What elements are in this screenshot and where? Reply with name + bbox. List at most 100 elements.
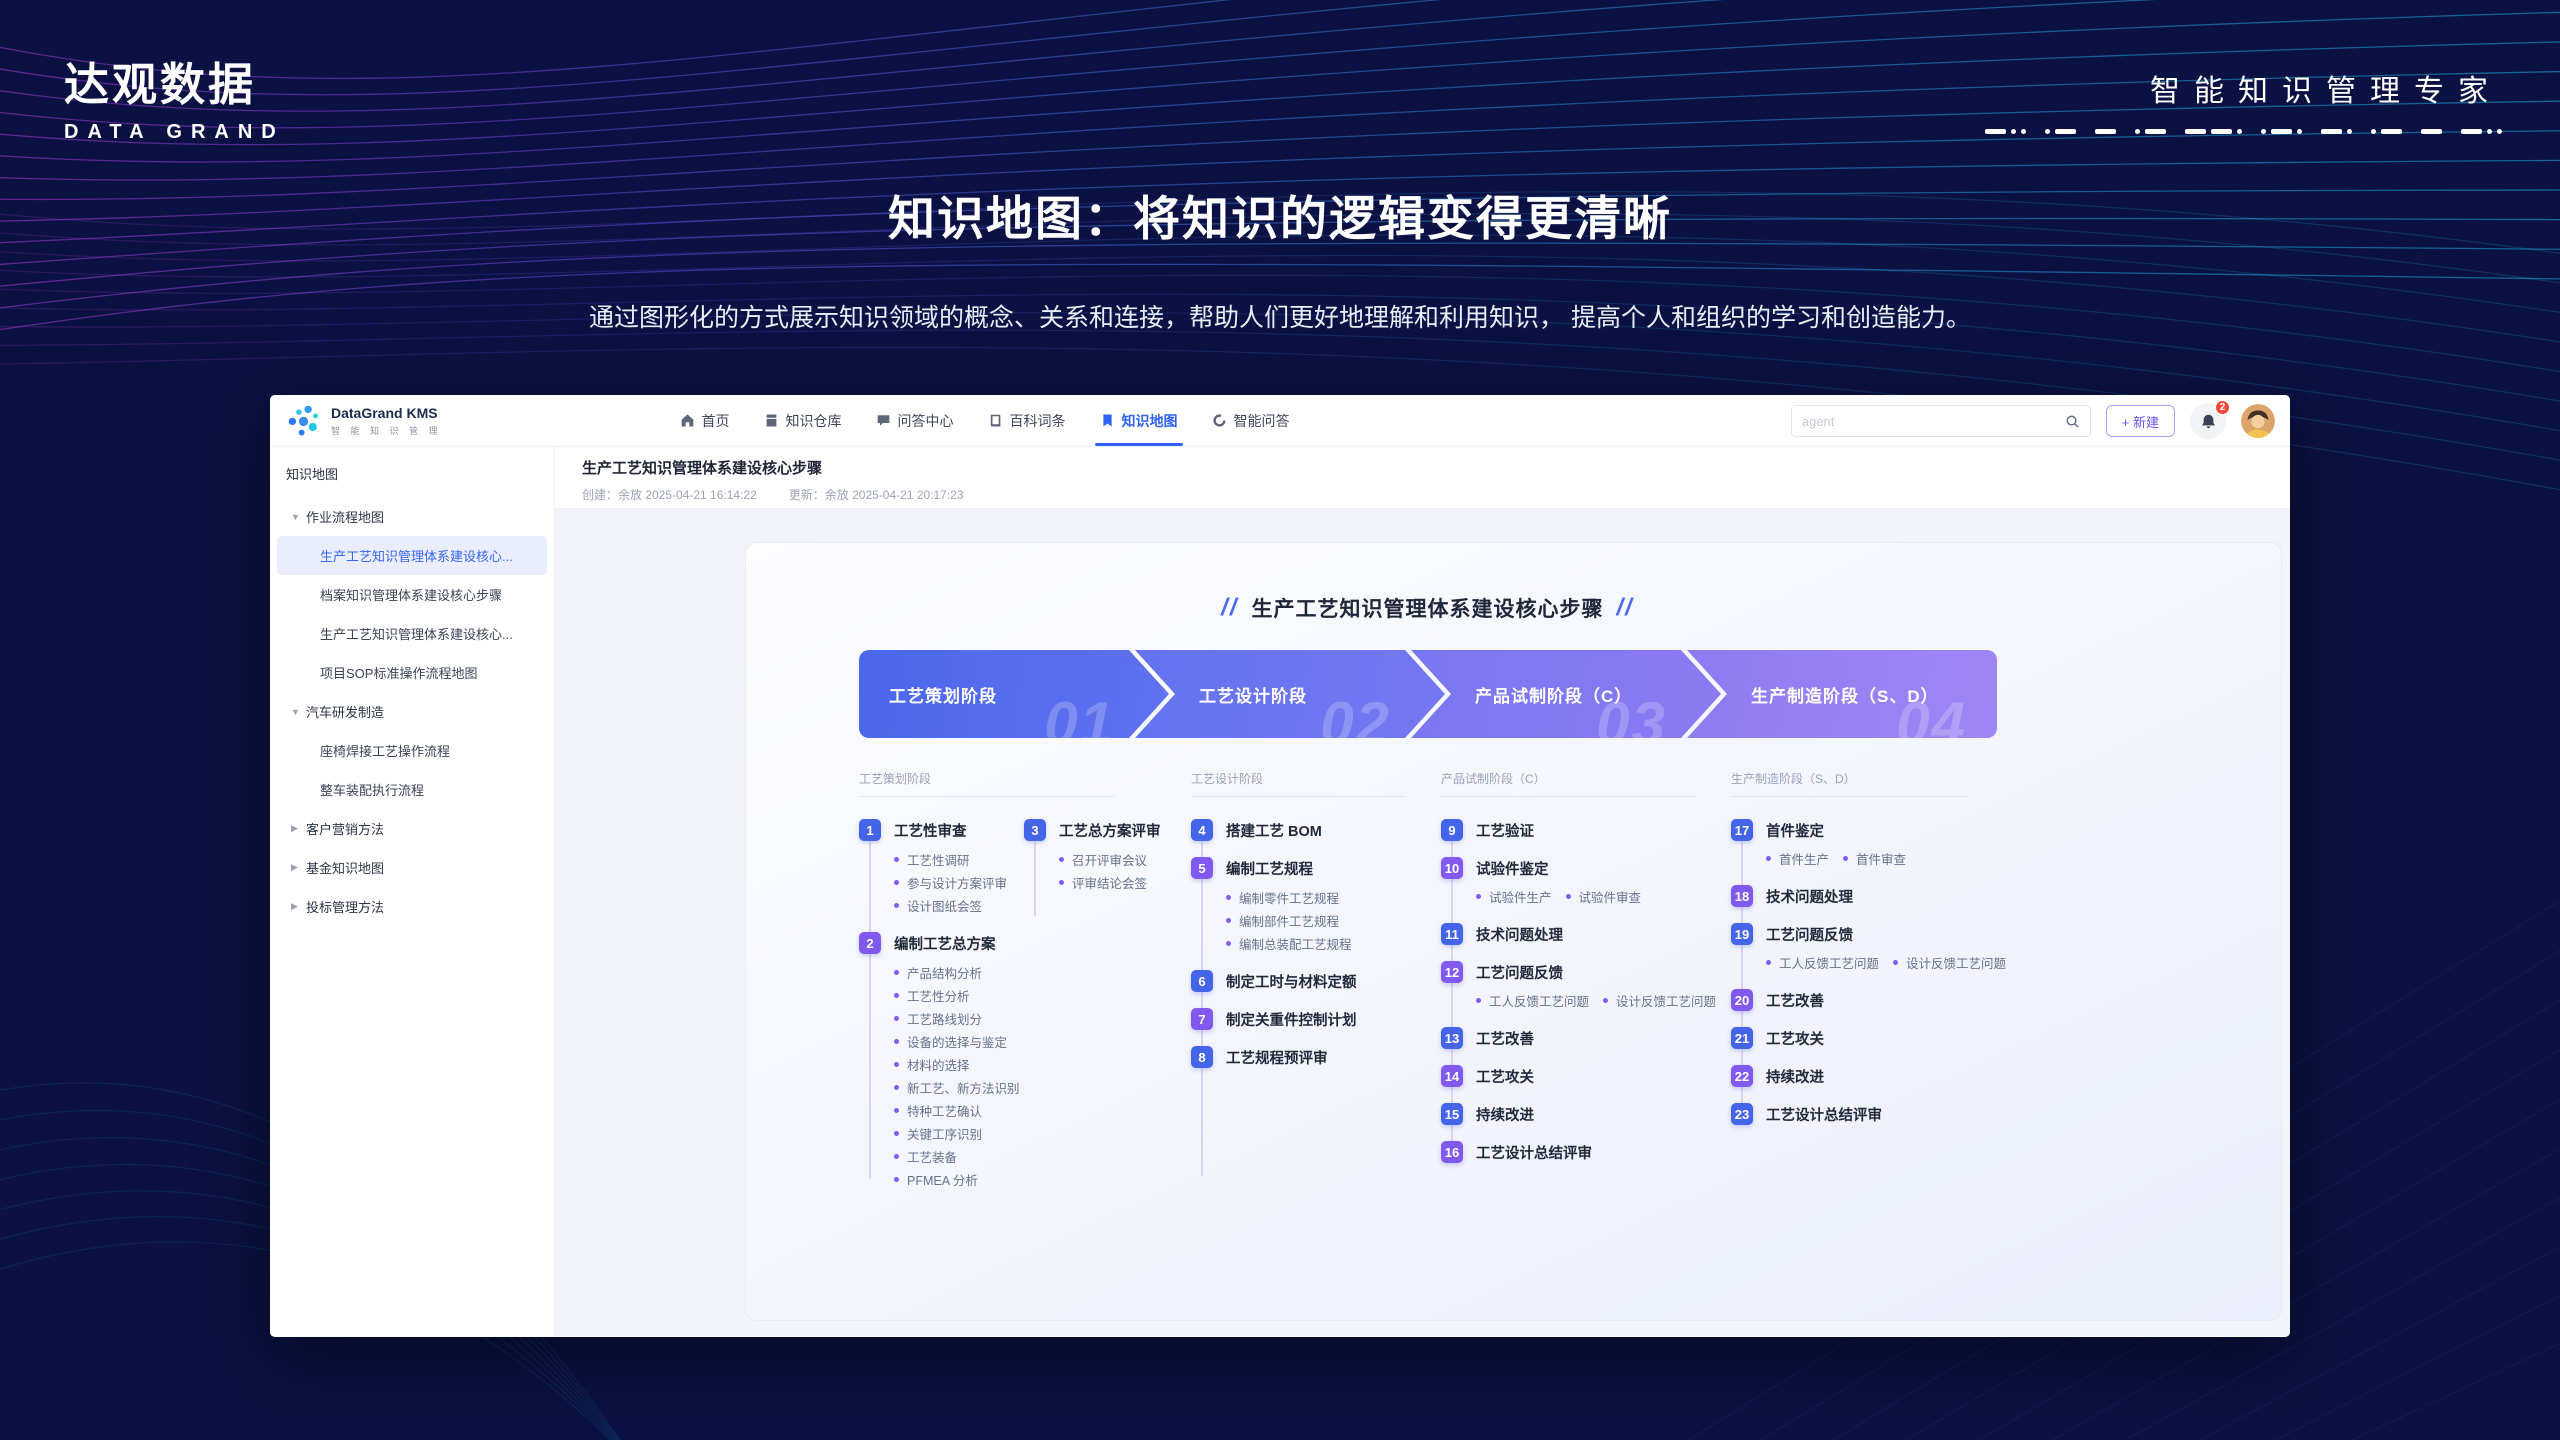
tree-item-6[interactable]: 座椅焊接工艺操作流程 [277, 731, 547, 770]
step-row: 14工艺攻关 [1441, 1064, 1721, 1088]
home-icon [680, 413, 695, 428]
diagram-column-1: 工艺策划阶段1工艺性审查工艺性调研参与设计方案评审设计图纸会签2编制工艺总方案产… [859, 770, 1181, 1205]
step-bullet: 产品结构分析 [894, 961, 1016, 984]
process-step: 18 技术问题处理 [1731, 884, 1993, 908]
doc-updated: 更新：余放 2025-04-21 20:17:23 [789, 486, 964, 503]
tree-item-label: 座椅焊接工艺操作流程 [320, 741, 450, 760]
search-box[interactable]: agent [1791, 405, 2091, 437]
step-title: 工艺攻关 [1476, 1066, 1534, 1087]
step-number-badge: 16 [1441, 1141, 1463, 1163]
doc-created: 创建：余放 2025-04-21 16:14:22 [582, 486, 757, 503]
nav-item-home[interactable]: 首页 [680, 395, 730, 446]
step-title: 工艺性审查 [894, 820, 967, 841]
step-number-badge: 23 [1731, 1103, 1753, 1125]
step-number-badge: 18 [1731, 885, 1753, 907]
step-bullet: 工艺性分析 [894, 984, 1016, 1007]
step-title: 制定工时与材料定额 [1226, 971, 1357, 992]
process-step: 1工艺性审查工艺性调研参与设计方案评审设计图纸会签 [859, 818, 1016, 917]
step-bullet: 工人反馈工艺问题 [1476, 989, 1589, 1012]
step-bullet: 首件审查 [1843, 847, 1906, 870]
tree-item-5[interactable]: ▼汽车研发制造 [277, 692, 547, 731]
content-header: 生产工艺知识管理体系建设核心步骤 创建：余放 2025-04-21 16:14:… [555, 447, 2290, 509]
tree-item-7[interactable]: 整车装配执行流程 [277, 770, 547, 809]
step-row: 23工艺设计总结评审 [1731, 1102, 1993, 1126]
notification-badge: 2 [2214, 399, 2231, 416]
step-track: 17首件鉴定首件生产首件审查18技术问题处理19工艺问题反馈工人反馈工艺问题设计… [1731, 818, 1993, 1140]
doc-title: 生产工艺知识管理体系建设核心步骤 [582, 457, 2290, 478]
search-input[interactable]: agent [1802, 414, 1835, 429]
sidebar-title: 知识地图 [270, 460, 554, 497]
step-track: 4搭建工艺 BOM5编制工艺规程编制零件工艺规程编制部件工艺规程编制总装配工艺规… [1191, 818, 1431, 1083]
column-header: 产品试制阶段（C） [1441, 770, 1696, 797]
app-body: 知识地图 ▼作业流程地图生产工艺知识管理体系建设核心... 档案知识管理体系建设核… [270, 447, 2290, 1336]
step-row: 16工艺设计总结评审 [1441, 1140, 1721, 1164]
tree-item-10[interactable]: ▶投标管理方法 [277, 887, 547, 926]
step-bullet: 设计图纸会签 [894, 894, 1016, 917]
step-row: 3工艺总方案评审 [1024, 818, 1181, 842]
caret-right-icon: ▶ [291, 823, 306, 834]
step-title: 工艺改善 [1476, 1028, 1534, 1049]
chat-bubble-icon [876, 413, 891, 428]
tree-item-0[interactable]: ▼作业流程地图 [277, 497, 547, 536]
slide-subtitle: 通过图形化的方式展示知识领域的概念、关系和连接，帮助人们更好地理解和利用知识， … [0, 298, 2560, 334]
step-bullet: 工艺性调研 [894, 848, 1016, 871]
process-step: 12工艺问题反馈工人反馈工艺问题设计反馈工艺问题 [1441, 960, 1721, 1012]
nav-item-knowledge-repo[interactable]: 知识仓库 [764, 395, 842, 446]
step-track: 9工艺验证10试验件鉴定试验件生产试验件审查11技术问题处理12工艺问题反馈工人… [1441, 818, 1721, 1178]
step-row: 7制定关重件控制计划 [1191, 1007, 1431, 1031]
nav-item-label: 百科词条 [1010, 411, 1066, 431]
step-row: 13工艺改善 [1441, 1026, 1721, 1050]
tree-item-label: 投标管理方法 [306, 897, 384, 916]
content-main: // 生产工艺知识管理体系建设核心步骤 // 工艺策划阶段01工艺设计阶段02产… [555, 509, 2290, 1336]
nav-item-smart-qa[interactable]: 智能问答 [1212, 395, 1290, 446]
step-row: 6制定工时与材料定额 [1191, 969, 1431, 993]
column-tracks: 4搭建工艺 BOM5编制工艺规程编制零件工艺规程编制部件工艺规程编制总装配工艺规… [1191, 818, 1431, 1083]
search-icon [2065, 414, 2080, 429]
tree-item-1[interactable]: 生产工艺知识管理体系建设核心... [277, 536, 547, 575]
tree-item-label: 档案知识管理体系建设核心步骤 [320, 585, 502, 604]
diagram-column-4: 生产制造阶段（S、D）17首件鉴定首件生产首件审查18技术问题处理19工艺问题反… [1731, 770, 1993, 1205]
tree-item-4[interactable]: 项目SOP标准操作流程地图 [277, 653, 547, 692]
step-title: 工艺问题反馈 [1766, 924, 1853, 945]
process-step: 6制定工时与材料定额 [1191, 969, 1431, 993]
step-bullets: 产品结构分析工艺性分析工艺路线划分设备的选择与鉴定材料的选择新工艺、新方法识别特… [894, 961, 1016, 1191]
process-step: 15持续改进 [1441, 1102, 1721, 1126]
new-button[interactable]: + 新建 [2106, 405, 2175, 437]
stage-banner: 工艺策划阶段01工艺设计阶段02产品试制阶段（C）03生产制造阶段（S、D）04 [859, 650, 1996, 738]
step-number-badge: 21 [1731, 1027, 1753, 1049]
step-title: 技术问题处理 [1766, 886, 1853, 907]
tree-item-9[interactable]: ▶基金知识地图 [277, 848, 547, 887]
process-step: 3工艺总方案评审召开评审会议评审结论会签 [1024, 818, 1181, 894]
step-title: 工艺验证 [1476, 820, 1534, 841]
step-row: 9工艺验证 [1441, 818, 1721, 842]
step-number-badge: 22 [1731, 1065, 1753, 1087]
nav-item-qa-center[interactable]: 问答中心 [876, 395, 954, 446]
tree-item-8[interactable]: ▶客户营销方法 [277, 809, 547, 848]
step-number-badge: 5 [1191, 857, 1213, 879]
process-step: 17首件鉴定首件生产首件审查 [1731, 818, 1993, 870]
tree-item-3[interactable]: 生产工艺知识管理体系建设核心... [277, 614, 547, 653]
step-row: 2编制工艺总方案 [859, 931, 1016, 955]
step-number-badge: 11 [1441, 923, 1463, 945]
nav-item-wiki-entries[interactable]: 百科词条 [988, 395, 1066, 446]
diagram-column-3: 产品试制阶段（C）9工艺验证10试验件鉴定试验件生产试验件审查11技术问题处理1… [1441, 770, 1721, 1205]
step-title: 试验件鉴定 [1476, 858, 1549, 879]
step-bullet: 编制零件工艺规程 [1226, 886, 1431, 909]
stage-arrow-2: 工艺设计阶段02 [1135, 650, 1445, 738]
tree-item-2[interactable]: 档案知识管理体系建设核心步骤 [277, 575, 547, 614]
step-track: 1工艺性审查工艺性调研参与设计方案评审设计图纸会签2编制工艺总方案产品结构分析工… [859, 818, 1016, 1205]
notification-button[interactable]: 2 [2190, 403, 2226, 439]
caret-down-icon: ▼ [291, 707, 306, 717]
step-bullet: 特种工艺确认 [894, 1099, 1016, 1122]
step-bullet: PFMEA 分析 [894, 1168, 1016, 1191]
step-number-badge: 10 [1441, 857, 1463, 879]
ai-ring-icon [1212, 413, 1227, 428]
stage-arrow-3: 产品试制阶段（C）03 [1411, 650, 1721, 738]
process-step: 13工艺改善 [1441, 1026, 1721, 1050]
nav-item-knowledge-map[interactable]: 知识地图 [1100, 395, 1178, 446]
step-number-badge: 8 [1191, 1046, 1213, 1068]
process-step: 20工艺改善 [1731, 988, 1993, 1012]
avatar[interactable] [2241, 404, 2275, 438]
diagram-card: // 生产工艺知识管理体系建设核心步骤 // 工艺策划阶段01工艺设计阶段02产… [745, 542, 2282, 1321]
step-number-badge: 17 [1731, 819, 1753, 841]
